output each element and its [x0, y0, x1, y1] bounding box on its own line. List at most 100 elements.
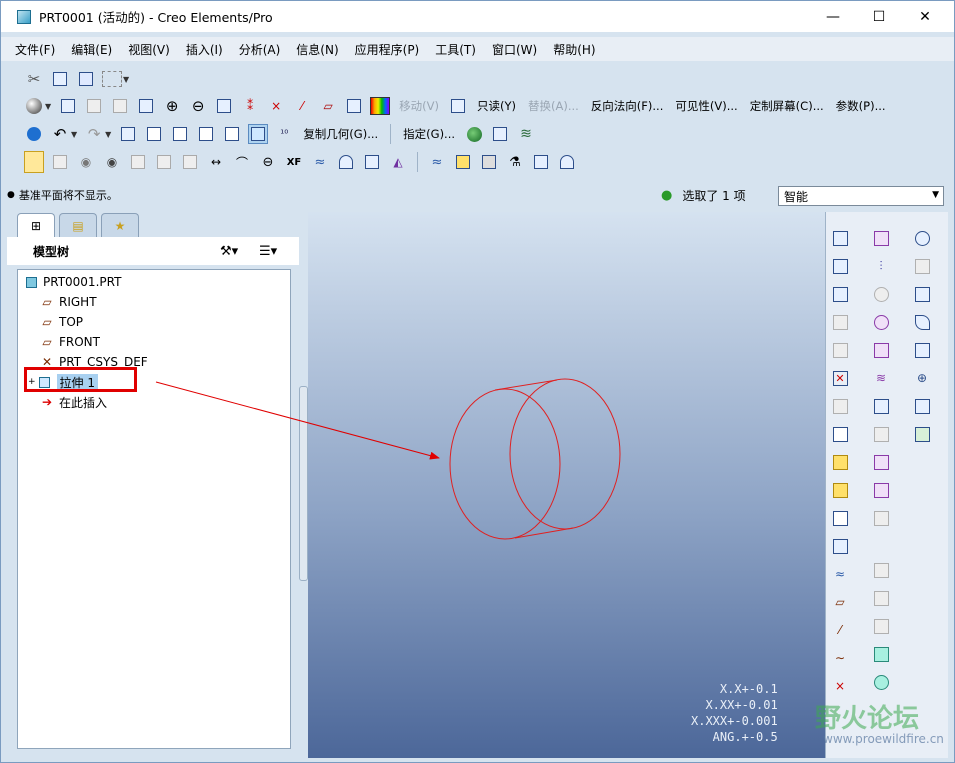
- extrude-icon[interactable]: [362, 152, 382, 172]
- axis-display-icon[interactable]: ⁄: [292, 96, 312, 116]
- refit-icon[interactable]: [214, 96, 234, 116]
- hide-icon[interactable]: [84, 96, 104, 116]
- cut-icon[interactable]: ✂: [24, 69, 44, 89]
- csys-display-icon[interactable]: ⁑: [240, 96, 260, 116]
- sketched-curve-icon[interactable]: ≋: [871, 368, 891, 388]
- folder-check-icon[interactable]: [830, 480, 850, 500]
- paste-special-icon[interactable]: [76, 69, 96, 89]
- rename-icon[interactable]: [830, 508, 850, 528]
- open-folder-icon[interactable]: [830, 452, 850, 472]
- tree-item-top[interactable]: ▱ TOP: [40, 312, 83, 332]
- sketch-icon[interactable]: [118, 124, 138, 144]
- coordinate-icon[interactable]: ⊕: [912, 368, 932, 388]
- surface-finish-icon[interactable]: ⌒: [232, 152, 252, 172]
- offset-disabled-icon[interactable]: [871, 616, 891, 636]
- wireframe-icon[interactable]: [170, 124, 190, 144]
- revolve-disabled-icon[interactable]: [871, 284, 891, 304]
- delete-icon[interactable]: ✕: [830, 368, 850, 388]
- replace-button[interactable]: 替换(A)...: [528, 98, 579, 114]
- blend-icon[interactable]: [912, 284, 932, 304]
- menu-edit[interactable]: 编辑(E): [63, 41, 120, 58]
- assign-button[interactable]: 指定(G)...: [403, 126, 455, 142]
- solidify-icon[interactable]: [871, 672, 891, 692]
- menu-info[interactable]: 信息(N): [288, 41, 346, 58]
- tree-item-front[interactable]: ▱ FRONT: [40, 332, 100, 352]
- zoom-out-icon[interactable]: ⊖: [188, 96, 208, 116]
- point-display-icon[interactable]: ×: [266, 96, 286, 116]
- show-icon[interactable]: [110, 96, 130, 116]
- readonly-icon[interactable]: [448, 96, 468, 116]
- datum-tag-icon[interactable]: ⊖: [258, 152, 278, 172]
- menu-insert[interactable]: 插入(I): [178, 41, 231, 58]
- round-tool-icon[interactable]: [871, 424, 891, 444]
- readonly-button[interactable]: 只读(Y): [477, 98, 516, 114]
- tree-item-insert-here[interactable]: ➔ 在此插入: [40, 392, 107, 412]
- shading-icon[interactable]: [58, 96, 78, 116]
- chevron-down-icon[interactable]: ▼: [123, 75, 129, 84]
- dimension-icon[interactable]: ↔: [206, 152, 226, 172]
- menu-tools[interactable]: 工具(T): [427, 41, 484, 58]
- regenerate-icon[interactable]: [912, 424, 932, 444]
- paste-icon[interactable]: [830, 312, 850, 332]
- sweep-icon[interactable]: [912, 256, 932, 276]
- params-button[interactable]: 参数(P)...: [836, 98, 886, 114]
- menu-window[interactable]: 窗口(W): [484, 41, 545, 58]
- insert-mode-icon[interactable]: [871, 508, 891, 528]
- hidden-line-icon[interactable]: [196, 124, 216, 144]
- copy-geometry-button[interactable]: 复制几何(G)...: [303, 126, 378, 142]
- eye-icon[interactable]: ◉: [76, 152, 96, 172]
- menu-analysis[interactable]: 分析(A): [231, 41, 289, 58]
- curve-tool-icon[interactable]: ≈: [830, 564, 850, 584]
- selection-box-icon[interactable]: [102, 69, 122, 89]
- draft-tool-icon[interactable]: [871, 396, 891, 416]
- sketch-dimension-icon[interactable]: ¹⁰: [274, 124, 294, 144]
- hole-icon[interactable]: [871, 312, 891, 332]
- copy-icon[interactable]: [50, 69, 70, 89]
- menu-help[interactable]: 帮助(H): [545, 41, 603, 58]
- grid-icon[interactable]: [871, 480, 891, 500]
- panel-splitter[interactable]: [299, 386, 308, 581]
- print-icon[interactable]: [830, 396, 850, 416]
- plane-tool-icon[interactable]: ▱: [830, 592, 850, 612]
- datum-plane-tool-icon[interactable]: [871, 228, 891, 248]
- datum-axis-tool-icon[interactable]: [912, 228, 932, 248]
- minimize-button[interactable]: —: [810, 1, 856, 32]
- pattern-icon[interactable]: [912, 396, 932, 416]
- graphics-window[interactable]: [308, 212, 825, 758]
- chevron-down-icon[interactable]: ▼: [45, 102, 51, 111]
- tab-folders[interactable]: ▤: [59, 213, 97, 237]
- point-tool-icon[interactable]: ×: [830, 676, 850, 696]
- new-object-icon[interactable]: [24, 124, 44, 144]
- draft-icon[interactable]: ◭: [388, 152, 408, 172]
- chevron-down-icon[interactable]: ▼: [71, 130, 77, 139]
- menu-applications[interactable]: 应用程序(P): [347, 41, 428, 58]
- tree-tools-icon[interactable]: ⚒▾: [220, 244, 238, 259]
- visibility-button[interactable]: 可见性(V)...: [675, 98, 737, 114]
- round-icon[interactable]: [336, 152, 356, 172]
- chart-icon[interactable]: [453, 152, 473, 172]
- datum-plane-icon[interactable]: [128, 152, 148, 172]
- chevron-down-icon[interactable]: ▼: [932, 190, 939, 200]
- rib-icon[interactable]: [871, 340, 891, 360]
- visibility-eye-icon[interactable]: ◉: [102, 152, 122, 172]
- datum-point-icon[interactable]: [180, 152, 200, 172]
- globe-icon[interactable]: [464, 124, 484, 144]
- feature-icon[interactable]: [531, 152, 551, 172]
- import-icon[interactable]: [830, 536, 850, 556]
- select-mode-icon[interactable]: [24, 151, 44, 173]
- mirror-icon[interactable]: ⫶: [871, 256, 891, 276]
- kit-icon[interactable]: [479, 152, 499, 172]
- axis-tool-icon[interactable]: ⁄: [830, 620, 850, 640]
- no-hidden-icon[interactable]: [222, 124, 242, 144]
- selection-filter[interactable]: 智能 ▼: [778, 186, 944, 206]
- layers-icon[interactable]: ≋: [516, 124, 536, 144]
- tree-settings-icon[interactable]: ☰▾: [259, 244, 277, 259]
- curve-icon[interactable]: ≈: [310, 152, 330, 172]
- new-file-icon[interactable]: [830, 424, 850, 444]
- flask-icon[interactable]: ⚗: [505, 152, 525, 172]
- spin-center-icon[interactable]: [344, 96, 364, 116]
- copy-icon[interactable]: [830, 284, 850, 304]
- appearance-sphere-icon[interactable]: [24, 96, 44, 116]
- save-copy-icon[interactable]: [830, 256, 850, 276]
- thicken-icon[interactable]: [871, 644, 891, 664]
